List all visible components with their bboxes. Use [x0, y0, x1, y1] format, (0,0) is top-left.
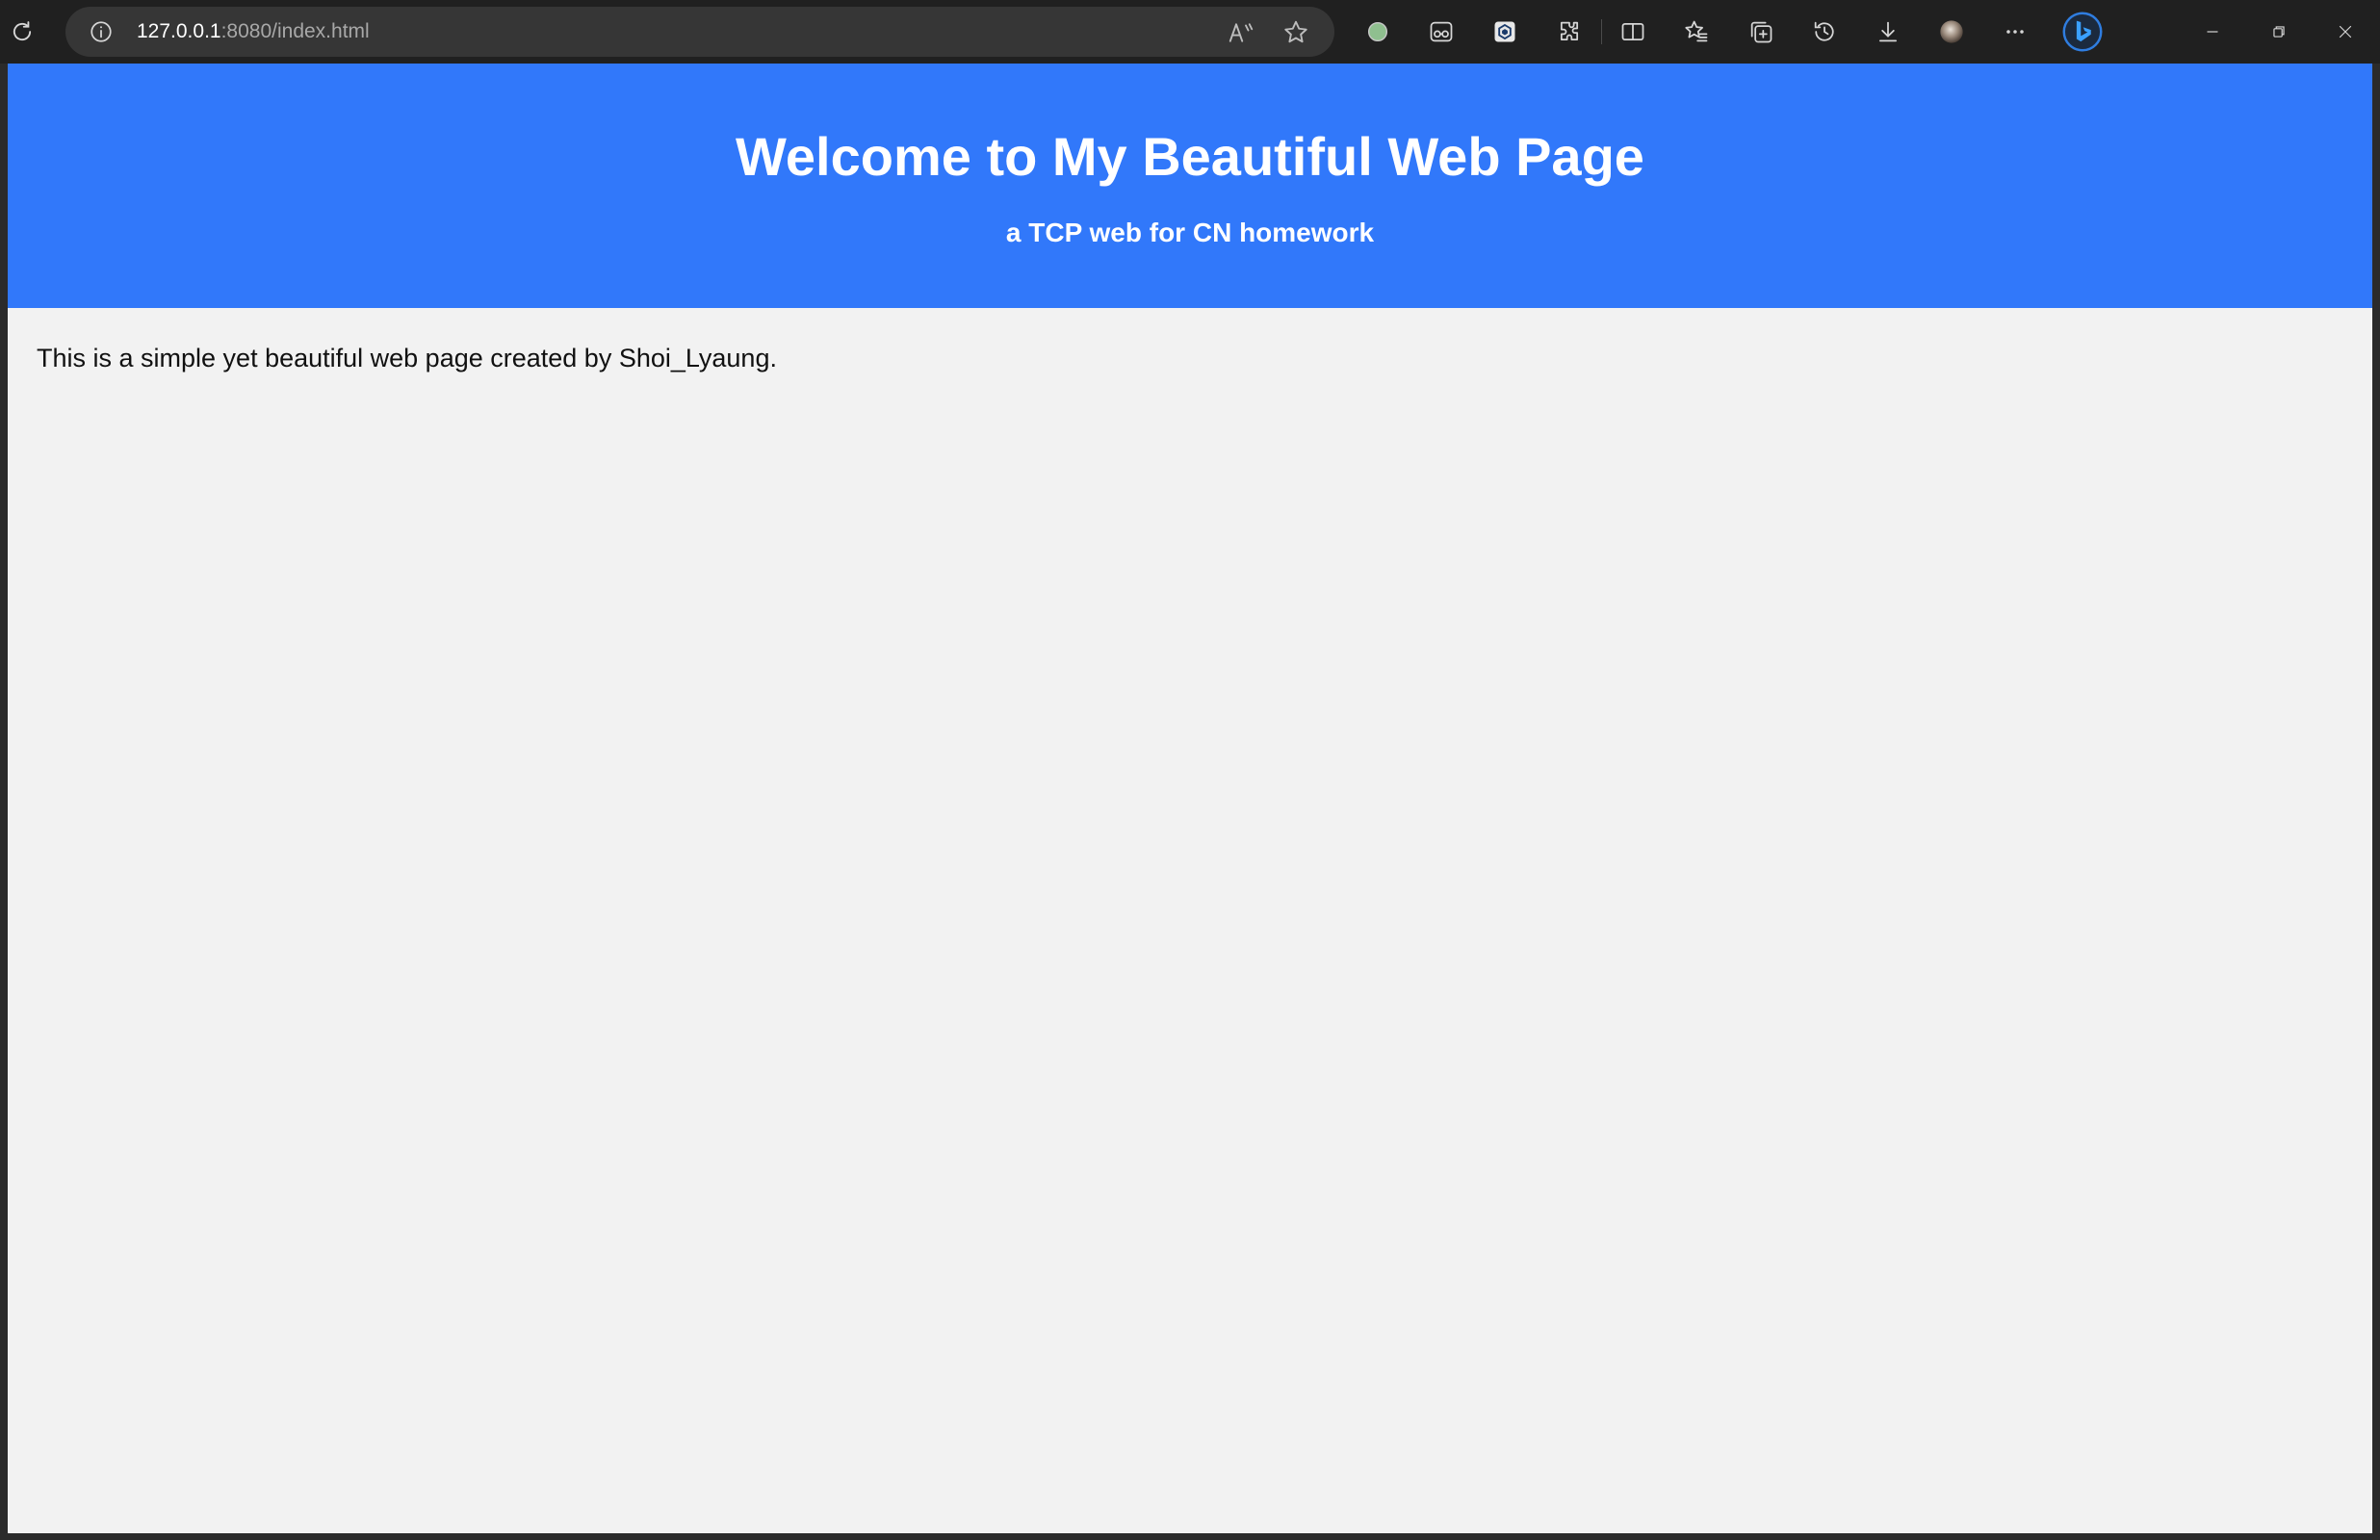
split-screen-icon[interactable]	[1615, 13, 1651, 50]
body-paragraph: This is a simple yet beautiful web page …	[37, 344, 777, 372]
restore-icon[interactable]	[2260, 13, 2298, 50]
extension-green-dot-icon[interactable]	[1359, 13, 1396, 50]
collections-icon[interactable]	[1743, 13, 1779, 50]
extension-glasses-icon[interactable]	[1423, 13, 1460, 50]
page-subtitle: a TCP web for CN homework	[1005, 218, 1375, 247]
minimize-icon[interactable]	[2193, 13, 2232, 50]
url-host: 127.0.0.1	[137, 20, 221, 42]
profile-avatar[interactable]	[1933, 13, 1970, 50]
more-options-icon[interactable]	[1997, 13, 2033, 50]
url-text[interactable]: 127.0.0.1:8080/index.html	[137, 7, 370, 57]
toolbar-divider	[1601, 19, 1602, 44]
extensions-puzzle-icon[interactable]	[1551, 13, 1588, 50]
address-bar[interactable]: 127.0.0.1:8080/index.html	[65, 7, 1334, 57]
browser-toolbar: 127.0.0.1:8080/index.html	[0, 0, 2380, 64]
page-title: Welcome to My Beautiful Web Page	[736, 126, 1644, 187]
extension-box-icon[interactable]	[1487, 13, 1523, 50]
read-aloud-icon[interactable]	[1227, 18, 1255, 47]
history-icon[interactable]	[1806, 13, 1843, 50]
favorites-icon[interactable]	[1678, 13, 1715, 50]
page-header: Welcome to My Beautiful Web Page a TCP w…	[8, 64, 2372, 308]
refresh-icon[interactable]	[4, 13, 40, 50]
site-info-icon[interactable]	[87, 17, 116, 46]
window-edge	[2372, 64, 2380, 1540]
page-content: This is a simple yet beautiful web page …	[8, 308, 2372, 375]
close-icon[interactable]	[2326, 13, 2365, 50]
favorite-star-icon[interactable]	[1281, 18, 1310, 47]
bing-copilot-icon[interactable]	[2061, 11, 2104, 53]
page-viewport[interactable]: Welcome to My Beautiful Web Page a TCP w…	[8, 64, 2372, 1533]
downloads-icon[interactable]	[1870, 13, 1906, 50]
url-path: :8080/index.html	[220, 20, 370, 42]
